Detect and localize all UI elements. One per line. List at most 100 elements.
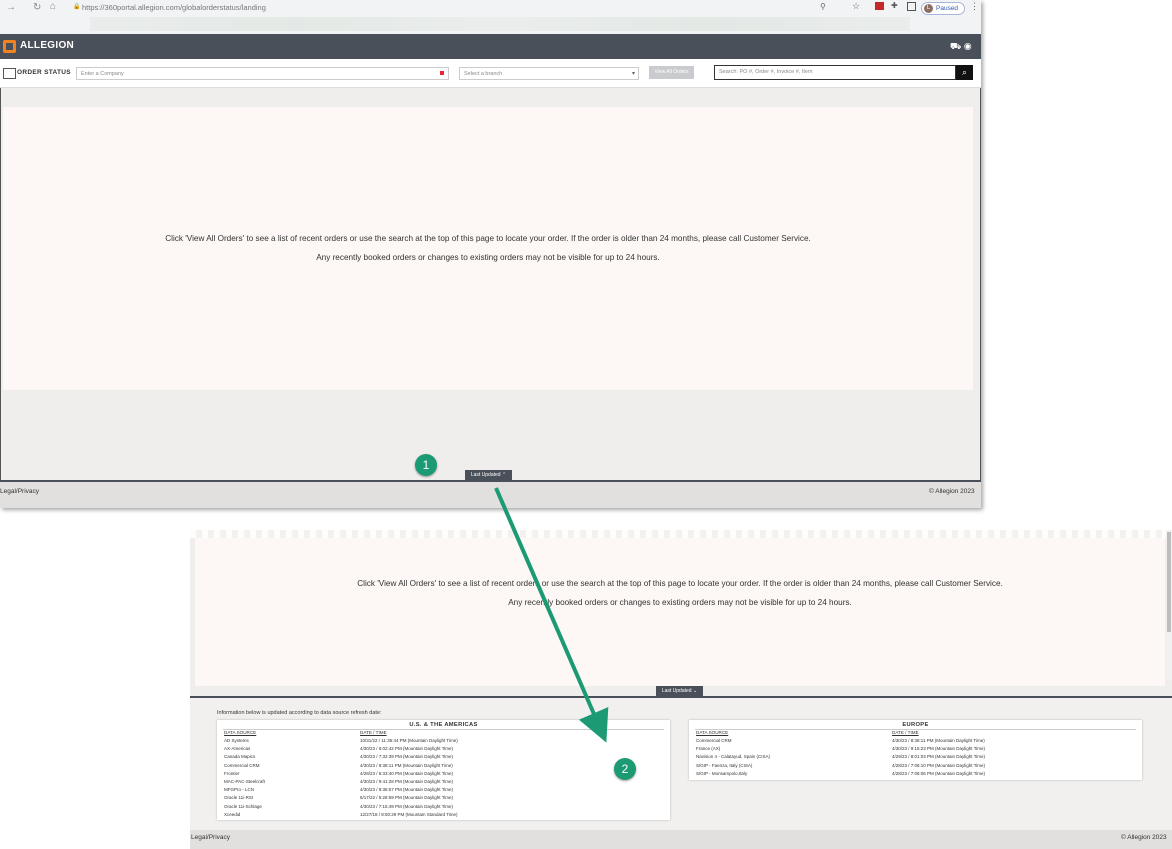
profile-status: Paused	[936, 5, 959, 12]
landing-message-panel-2: Click 'View All Orders' to see a list of…	[195, 538, 1165, 686]
step-badge-1: 1	[415, 454, 437, 476]
search-icon: ⌕	[961, 67, 968, 77]
col-date-time: DATE / TIME	[360, 730, 387, 735]
table-row: AD Systems 10/31/22 / 11:35:44 PM (Mounta…	[217, 738, 670, 746]
date-time-cell: 4/30/23 / 9:38:57 PM (Mountain Daylight …	[360, 787, 454, 793]
table-row: Navision 4 - Calatayud, Spain (CISA) 4/29…	[689, 754, 1142, 762]
date-time-cell: 4/30/23 / 7:32:39 PM (Mountain Daylight …	[360, 754, 454, 760]
landing-message-panel: Click 'View All Orders' to see a list of…	[3, 107, 973, 390]
legal-privacy-link[interactable]: Legal/Privacy	[191, 834, 230, 841]
menu-icon[interactable]: ⋮	[970, 1, 979, 12]
chevron-down-icon: ▾	[631, 71, 635, 77]
date-time-cell: 10/31/22 / 11:35:44 PM (Mountain Dayligh…	[360, 738, 458, 743]
branch-placeholder: Select a branch	[464, 71, 503, 77]
col-data-source: DATA SOURCE	[696, 730, 729, 735]
forward-icon[interactable]: →	[6, 2, 16, 13]
table-row: MFGPro - LCN 4/30/23 / 9:38:57 PM (Mounta…	[217, 787, 670, 795]
date-time-cell: 4/30/23 / 8:38:11 PM (Mountain Daylight …	[360, 762, 453, 768]
date-time-cell: 4/30/23 / 6:02:42 PM (Mountain Daylight …	[360, 746, 454, 752]
data-source-cell: Commercial CRM	[224, 762, 260, 768]
bookmarks-bar	[90, 17, 910, 31]
home-icon[interactable]: ⌂	[50, 1, 56, 12]
data-source-cell: Frontier	[224, 770, 240, 776]
data-source-cell: AX-Americas	[224, 746, 251, 752]
search-button[interactable]: ⌕	[956, 65, 973, 80]
extension-icon[interactable]	[875, 2, 884, 10]
chevron-up-icon: ⌃	[501, 472, 507, 478]
view-all-orders-button[interactable]: View All Orders	[649, 66, 694, 79]
date-time-cell: 12/27/18 / 8:50:29 PM (Mountain Standard…	[360, 811, 458, 817]
copyright-text: © Allegion 2023	[1121, 834, 1167, 841]
data-source-cell: Oracle 11i-Schlage	[224, 803, 262, 809]
scrollbar[interactable]	[1166, 530, 1172, 680]
data-source-cell: SIGIP - Faenza, Italy (CISA)	[696, 762, 753, 768]
search-input[interactable]: Search: PO #, Order #, Invoice #, Item	[714, 65, 956, 80]
order-status-icon	[3, 68, 16, 79]
data-source-cell: MAC-PAC-Steelcraft	[224, 779, 265, 784]
data-source-cell: SIGIP - Monsampolo,Italy	[696, 770, 748, 776]
allegion-logo-icon	[3, 40, 16, 53]
reload-icon[interactable]: ↻	[33, 2, 41, 13]
order-status-label: ORDER STATUS	[17, 69, 71, 76]
date-time-cell: 4/30/23 / 9:41:28 PM (Mountain Daylight …	[360, 779, 454, 784]
puzzle-icon[interactable]: ✚	[891, 1, 898, 10]
landing-message-line1: Click 'View All Orders' to see a list of…	[165, 234, 811, 243]
profile-button[interactable]: L Paused	[921, 2, 966, 15]
table-row: MAC-PAC-Steelcraft 4/30/23 / 9:41:28 PM (…	[217, 779, 670, 787]
clear-company-icon[interactable]	[440, 71, 444, 75]
table-row: SIGIP - Faenza, Italy (CISA) 4/28/23 / 7:…	[689, 763, 1142, 771]
app-header	[0, 34, 981, 59]
region-title: EUROPE	[902, 722, 929, 728]
company-input[interactable]: Enter a Company	[76, 67, 449, 80]
table-row: Commercial CRM 4/30/23 / 8:38:11 PM (Moun…	[217, 763, 670, 771]
table-row: AX-Americas 4/30/23 / 6:02:42 PM (Mountai…	[217, 746, 670, 754]
step-badge-2: 2	[614, 758, 636, 780]
brand-name[interactable]: ALLEGION	[20, 40, 74, 51]
page-footer	[190, 830, 1172, 849]
data-source-cell: Xceedid	[224, 811, 241, 817]
col-date-time: DATE / TIME	[892, 730, 919, 735]
data-source-cell: France (AX)	[696, 746, 721, 752]
data-source-cell: Canada Mapics	[224, 754, 256, 760]
data-source-cell: Navision 4 - Calatayud, Spain (CISA)	[696, 754, 771, 760]
legal-privacy-link[interactable]: Legal/Privacy	[0, 488, 39, 495]
data-source-cell: Oracle 11i-RSI	[224, 795, 254, 801]
scrollbar-thumb[interactable]	[1167, 532, 1171, 632]
last-updated-toggle-open[interactable]: Last Updated ⌄	[656, 686, 703, 696]
avatar: L	[924, 4, 933, 13]
last-updated-toggle[interactable]: Last Updated ⌃	[465, 470, 512, 480]
table-row: Frontier 4/28/23 / 6:33:40 PM (Mountain D…	[217, 771, 670, 779]
user-icon[interactable]: ◉	[964, 41, 972, 51]
landing-message-line2: Any recently booked orders or changes to…	[508, 598, 852, 607]
header-icons: ⛟ ◉	[950, 41, 972, 53]
refresh-note: Information below is updated according t…	[217, 710, 382, 716]
divider	[223, 729, 664, 730]
sidepanel-icon[interactable]	[907, 2, 916, 11]
date-time-cell: 4/30/23 / 8:38:11 PM (Mountain Daylight …	[892, 738, 985, 743]
table-row: Oracle 11i-Schlage 4/30/23 / 7:15:49 PM (…	[217, 804, 670, 812]
table-row: SIGIP - Monsampolo,Italy 4/28/23 / 7:06:0…	[689, 771, 1142, 779]
branch-select[interactable]: Select a branch ▾	[459, 67, 639, 80]
star-icon[interactable]: ☆	[852, 1, 860, 12]
chevron-down-icon: ⌄	[692, 688, 698, 694]
date-time-cell: 4/28/23 / 6:33:40 PM (Mountain Daylight …	[360, 770, 454, 776]
torn-edge	[190, 530, 1172, 538]
lock-icon: 🔒	[73, 4, 81, 10]
date-time-cell: 4/30/23 / 9:15:23 PM (Mountain Daylight …	[892, 746, 986, 752]
table-row: Commercial CRM 4/30/23 / 8:38:11 PM (Moun…	[689, 738, 1142, 746]
company-placeholder: Enter a Company	[81, 71, 124, 77]
data-source-cell: AD Systems	[224, 738, 249, 743]
region-title: U.S. & THE AMERICAS	[409, 722, 478, 728]
zoom-icon[interactable]: ⚲	[820, 2, 826, 11]
data-source-cell: Commercial CRM	[696, 738, 732, 743]
table-row: Xceedid 12/27/18 / 8:50:29 PM (Mountain S…	[217, 812, 670, 820]
copyright-text: © Allegion 2023	[929, 488, 975, 495]
landing-message-line2: Any recently booked orders or changes to…	[316, 253, 660, 262]
date-time-cell: 4/28/23 / 7:06:06 PM (Mountain Daylight …	[892, 770, 986, 776]
date-time-cell: 6/17/22 / 5:28:59 PM (Mountain Daylight …	[360, 795, 454, 801]
table-row: Canada Mapics 4/30/23 / 7:32:39 PM (Mount…	[217, 754, 670, 762]
region-card-europe: EUROPE DATA SOURCE DATE / TIME Commercia…	[689, 720, 1142, 780]
col-data-source: DATA SOURCE	[224, 730, 257, 735]
cart-icon[interactable]: ⛟	[950, 41, 961, 51]
address-bar[interactable]: https://360portal.allegion.com/globalord…	[82, 3, 266, 12]
